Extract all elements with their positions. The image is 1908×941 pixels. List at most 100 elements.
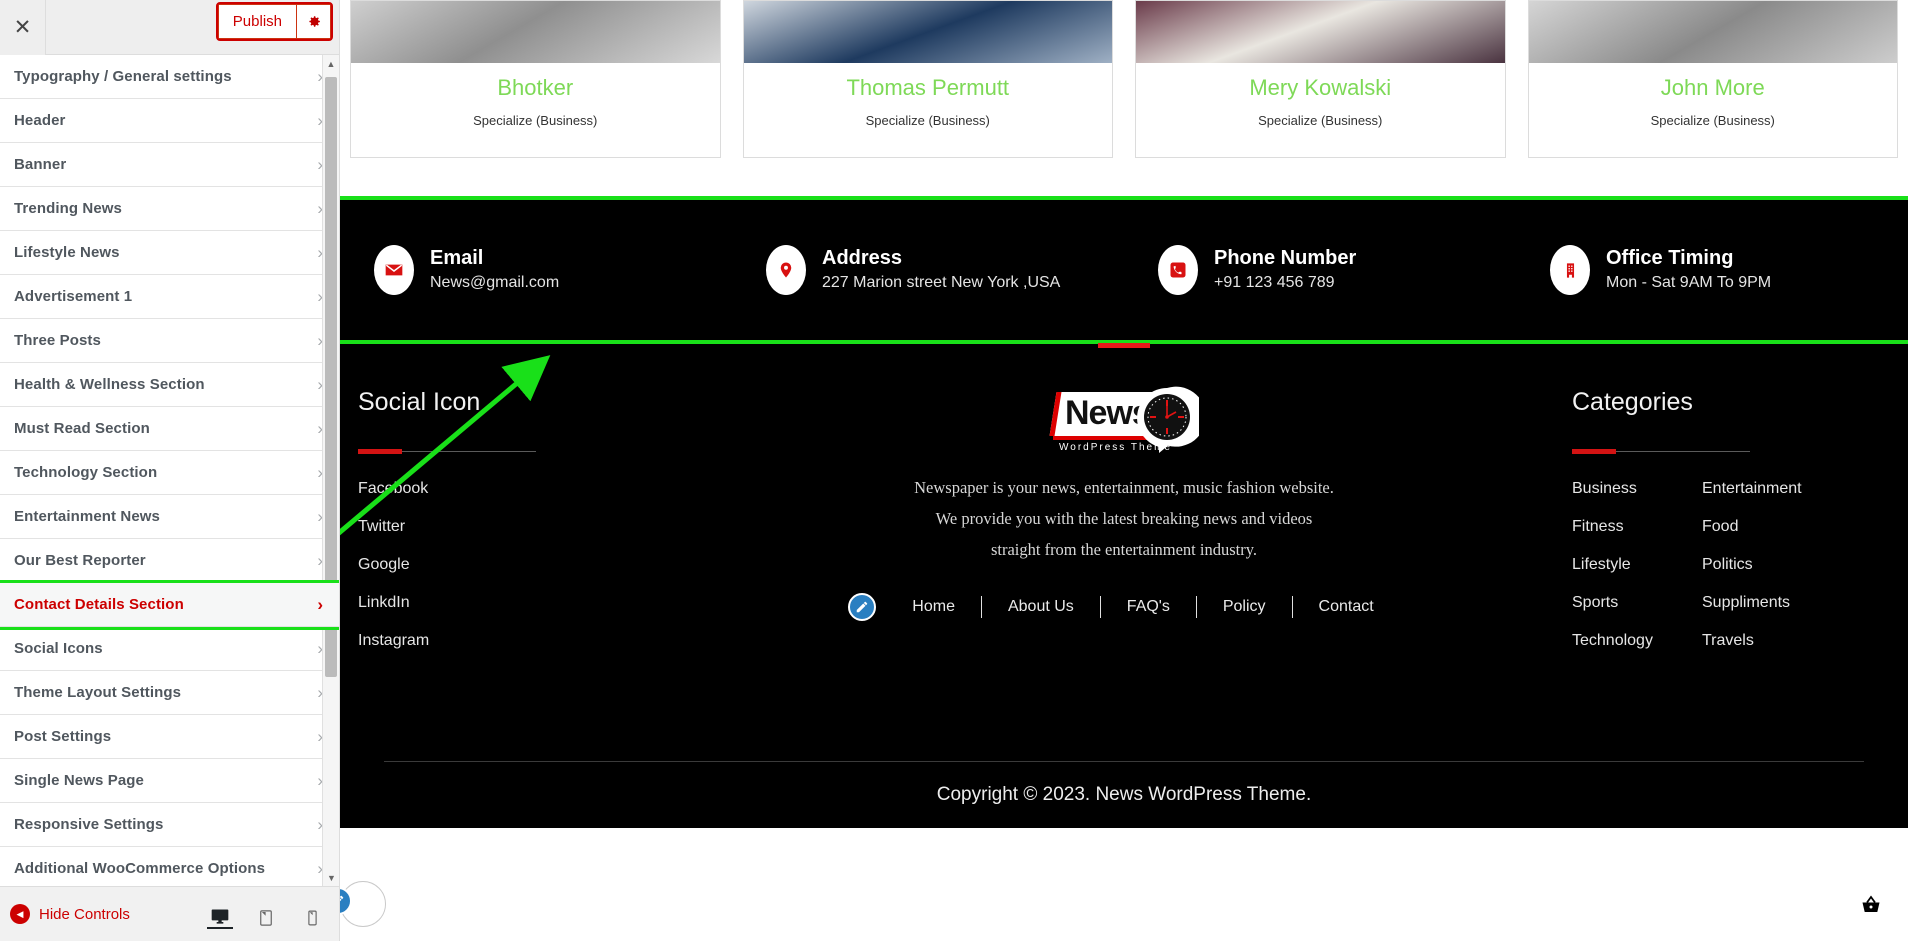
scroll-down-arrow-icon[interactable]: ▼ [323,869,339,886]
categories-widget: Categories Business Entertainment Fitness F… [1572,388,1862,650]
cart-count-badge: 0 [1854,866,1862,881]
social-link-instagram[interactable]: Instagram [358,632,638,650]
sidebar-item-health-wellness-section[interactable]: Health & Wellness Section › [0,363,339,407]
tablet-view-icon[interactable] [253,899,279,929]
footer-link-contact[interactable]: Contact [1293,598,1400,616]
sidebar-item-lifestyle-news[interactable]: Lifestyle News › [0,231,339,275]
building-icon [1550,245,1590,295]
hide-controls-button[interactable]: ◀ Hide Controls [10,904,130,924]
reporter-card[interactable]: John More Specialize (Business) [1527,0,1898,158]
sidebar-item-label: Responsive Settings [14,816,164,833]
social-link-twitter[interactable]: Twitter [358,518,638,536]
sidebar-item-technology-section[interactable]: Technology Section › [0,451,339,495]
publish-button-group: Publish [215,2,334,41]
contact-title: Phone Number [1214,247,1357,270]
sidebar-item-label: Technology Section [14,464,158,481]
category-link-entertainment[interactable]: Entertainment [1702,480,1832,498]
sidebar-item-single-news-page[interactable]: Single News Page › [0,759,339,803]
reporter-card[interactable]: Thomas Permutt Specialize (Business) [742,0,1113,158]
contact-value[interactable]: Mon - Sat 9AM To 9PM [1606,272,1771,294]
contact-value[interactable]: 227 Marion street New York ,USA [822,272,1060,294]
contact-item-email[interactable]: Email News@gmail.com [340,245,732,295]
category-link-business[interactable]: Business [1572,480,1702,498]
customizer-preview-screen: ✕ Publish Typography / General settings ›… [0,0,1908,941]
copyright-text: Copyright © 2023. News WordPress Theme. [936,784,1312,805]
reporter-specialize: Specialize (Business) [1650,113,1775,128]
sidebar-item-label: Header [14,112,66,129]
mobile-view-icon[interactable] [299,899,325,929]
customizer-header: ✕ Publish [0,0,339,55]
sidebar-item-our-best-reporter[interactable]: Our Best Reporter › [0,539,339,583]
reporter-name[interactable]: John More [1661,75,1765,101]
category-link-suppliments[interactable]: Suppliments [1702,594,1832,612]
reporter-card[interactable]: Mery Kowalski Specialize (Business) [1135,0,1506,158]
sidebar-item-advertisement-1[interactable]: Advertisement 1 › [0,275,339,319]
category-link-technology[interactable]: Technology [1572,632,1702,650]
contact-value[interactable]: +91 123 456 789 [1214,272,1356,294]
social-link-linkdin[interactable]: LinkdIn [358,594,638,612]
sidebar-item-entertainment-news[interactable]: Entertainment News › [0,495,339,539]
collapse-arrow-icon: ◀ [10,904,30,924]
social-link-google[interactable]: Google [358,556,638,574]
customizer-section-list: Typography / General settings › Header › Ban… [0,55,339,886]
category-link-fitness[interactable]: Fitness [1572,518,1702,536]
sidebar-item-label: Lifestyle News [14,244,120,261]
contact-item-address[interactable]: Address 227 Marion street New York ,USA [732,245,1124,295]
contact-item-office-timing[interactable]: Office Timing Mon - Sat 9AM To 9PM [1516,245,1908,295]
sidebar-item-label: Theme Layout Settings [14,684,182,701]
reporter-photo [1136,1,1505,63]
footer-link-home[interactable]: Home [886,598,981,616]
reporter-name[interactable]: Bhotker [497,75,573,101]
sidebar-item-label: Single News Page [14,772,144,789]
footer-link-about-us[interactable]: About Us [982,598,1100,616]
publish-button[interactable]: Publish [217,4,297,39]
sidebar-item-typography-general-settings[interactable]: Typography / General settings › [0,55,339,99]
category-link-travels[interactable]: Travels [1702,632,1832,650]
category-link-sports[interactable]: Sports [1572,594,1702,612]
sidebar-item-must-read-section[interactable]: Must Read Section › [0,407,339,451]
close-customizer-button[interactable]: ✕ [0,0,46,55]
contact-item-phone[interactable]: Phone Number +91 123 456 789 [1124,245,1516,295]
social-link-list: Facebook Twitter Google LinkdIn Instagram [358,480,638,650]
reporter-photo [1528,1,1897,63]
sidebar-item-label: Must Read Section [14,420,150,437]
categories-widget-title: Categories [1572,388,1693,416]
sidebar-item-header[interactable]: Header › [0,99,339,143]
sidebar-item-theme-layout-settings[interactable]: Theme Layout Settings › [0,671,339,715]
social-icon-widget: Social Icon Facebook Twitter Google LinkdIn… [358,388,638,650]
footer-link-faqs[interactable]: FAQ's [1101,598,1196,616]
sidebar-item-trending-news[interactable]: Trending News › [0,187,339,231]
reporter-specialize: Specialize (Business) [473,113,598,128]
clock-icon [1135,386,1206,459]
sidebar-item-social-icons[interactable]: Social Icons › [0,627,339,671]
sidebar-item-three-posts[interactable]: Three Posts › [0,319,339,363]
sidebar-item-label: Contact Details Section [14,596,184,613]
sidebar-item-additional-woocommerce-options[interactable]: Additional WooCommerce Options › [0,847,339,886]
cart-button[interactable] [1848,883,1894,929]
scroll-up-arrow-icon[interactable]: ▲ [323,55,339,72]
sidebar-item-responsive-settings[interactable]: Responsive Settings › [0,803,339,847]
contact-value[interactable]: News@gmail.com [430,272,559,294]
reporter-name[interactable]: Thomas Permutt [846,75,1009,101]
sidebar-item-post-settings[interactable]: Post Settings › [0,715,339,759]
sidebar-item-label: Health & Wellness Section [14,376,205,393]
sidebar-item-contact-details-section[interactable]: Contact Details Section › [0,580,339,630]
reporter-card[interactable]: Bhotker Specialize (Business) [350,0,721,158]
sidebar-item-banner[interactable]: Banner › [0,143,339,187]
footer-link-policy[interactable]: Policy [1197,598,1292,616]
contact-details-section: Email News@gmail.com Address 227 Marion … [340,196,1908,348]
desktop-view-icon[interactable] [207,899,233,929]
social-link-facebook[interactable]: Facebook [358,480,638,498]
gear-icon[interactable] [297,4,331,39]
reporter-name[interactable]: Mery Kowalski [1249,75,1391,101]
sidebar-scrollbar[interactable]: ▲ ▼ [322,55,339,886]
contact-title: Office Timing [1606,247,1734,270]
edit-pencil-icon[interactable] [848,593,877,621]
sidebar-item-label: Entertainment News [14,508,160,525]
sidebar-item-label: Three Posts [14,332,101,349]
category-link-politics[interactable]: Politics [1702,556,1832,574]
contact-details-bar[interactable]: Email News@gmail.com Address 227 Marion … [340,196,1908,348]
category-link-food[interactable]: Food [1702,518,1832,536]
category-link-lifestyle[interactable]: Lifestyle [1572,556,1702,574]
sidebar-item-label: Post Settings [14,728,112,745]
